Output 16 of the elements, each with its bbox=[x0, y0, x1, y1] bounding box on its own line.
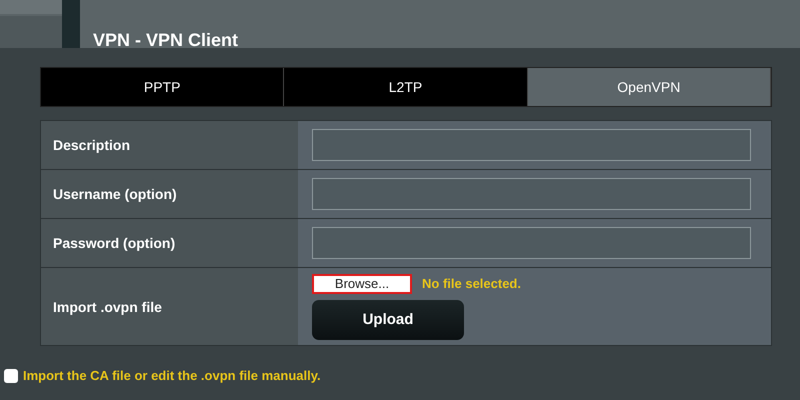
field-label: Password (option) bbox=[41, 219, 298, 267]
checkbox-label: Import the CA file or edit the .ovpn file manually. bbox=[23, 368, 321, 383]
browse-button[interactable]: Browse... bbox=[312, 274, 412, 294]
input-field[interactable] bbox=[312, 227, 751, 259]
tab[interactable]: L2TP bbox=[284, 68, 528, 106]
file-status: No file selected. bbox=[422, 276, 521, 291]
upload-button[interactable]: Upload bbox=[312, 300, 464, 340]
checkbox[interactable] bbox=[4, 368, 18, 382]
input-field[interactable] bbox=[312, 129, 751, 161]
tab[interactable]: PPTP bbox=[41, 68, 284, 106]
field-label: Description bbox=[41, 121, 298, 169]
field-label: Import .ovpn file bbox=[41, 268, 298, 345]
page-title: VPN - VPN Client bbox=[93, 30, 238, 50]
input-field[interactable] bbox=[312, 178, 751, 210]
field-label: Username (option) bbox=[41, 170, 298, 218]
tab[interactable]: OpenVPN bbox=[528, 68, 771, 106]
